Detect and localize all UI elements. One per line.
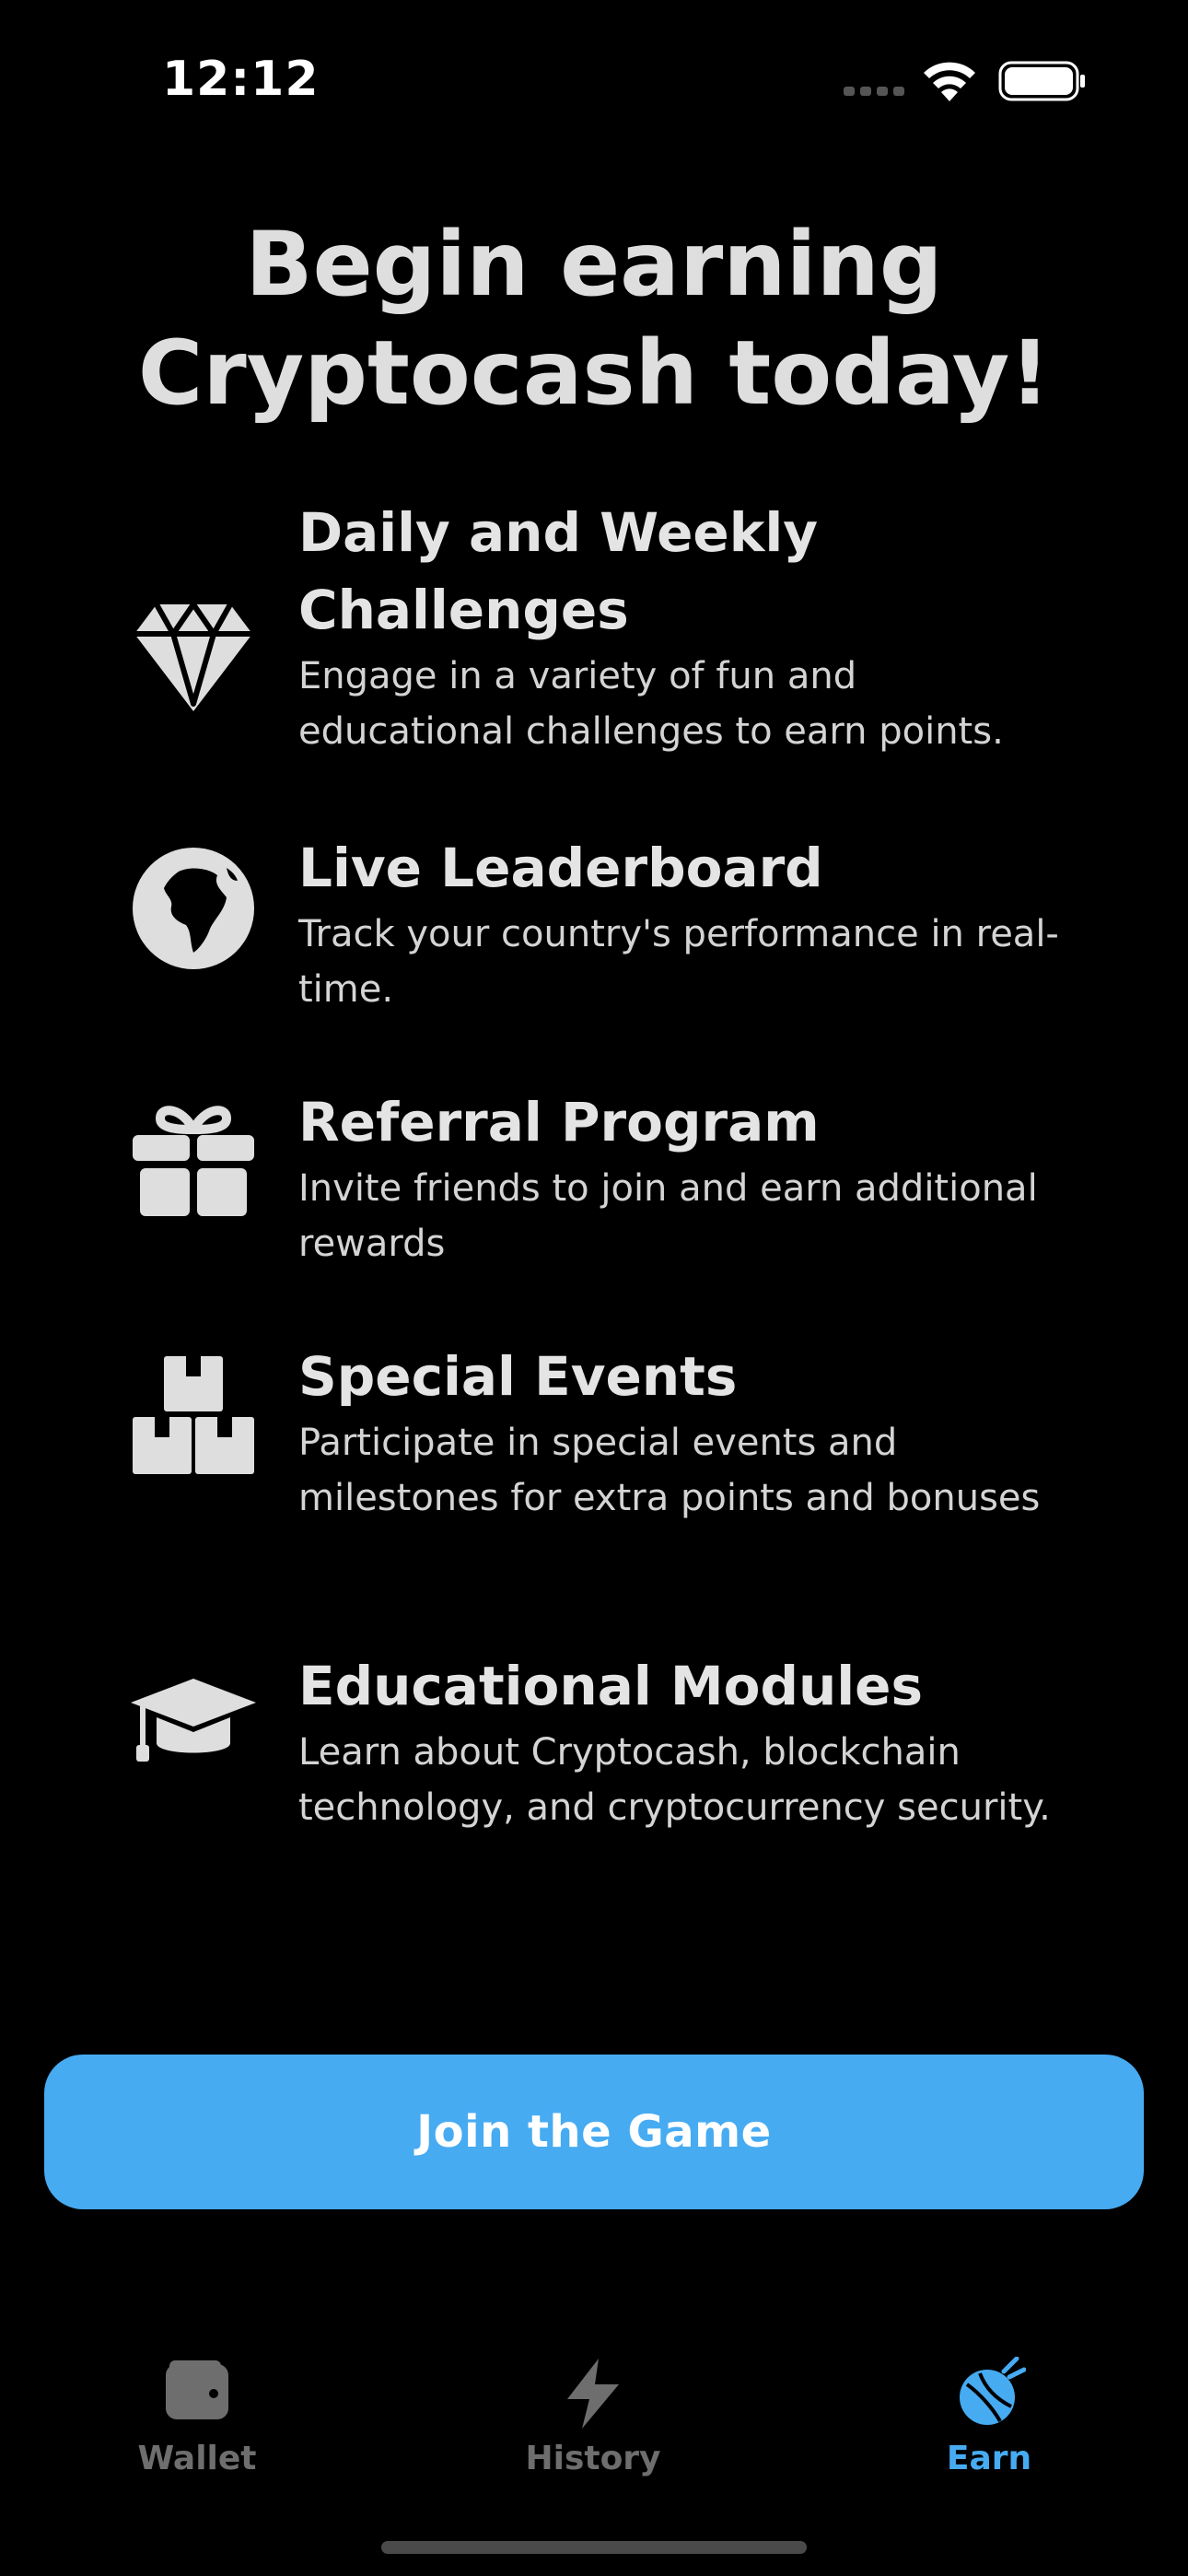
wifi-icon — [924, 62, 975, 101]
feature-description: Participate in special events and milest… — [298, 1422, 1041, 1519]
feature-description: Invite friends to join and earn addition… — [298, 1167, 1038, 1265]
feature-title: Daily and Weekly Challenges — [298, 501, 819, 641]
feature-description: Track your country's performance in real… — [298, 913, 1059, 1011]
wallet-icon — [160, 2357, 234, 2430]
globe-icon — [129, 844, 258, 973]
boxes-icon — [129, 1352, 258, 1481]
tab-label: Wallet — [137, 2440, 257, 2477]
lightning-icon — [556, 2357, 630, 2430]
page-title: Begin earning Cryptocash today! — [0, 210, 1188, 427]
diamond-icon — [129, 595, 258, 724]
gift-icon — [129, 1098, 258, 1227]
page-title-line-2: Cryptocash today! — [137, 322, 1051, 425]
battery-icon — [998, 61, 1085, 101]
feature-title: Educational Modules — [298, 1655, 924, 1717]
status-bar: 12:12 — [0, 0, 1188, 147]
page-title-line-1: Begin earning — [245, 213, 943, 316]
tab-earn[interactable]: Earn — [888, 2340, 1090, 2488]
feature-description: Learn about Cryptocash, blockchain techn… — [298, 1731, 1051, 1829]
join-game-button[interactable]: Join the Game — [44, 2055, 1144, 2209]
tab-label: Earn — [946, 2440, 1032, 2477]
feature-title: Special Events — [298, 1345, 738, 1408]
tab-history[interactable]: History — [492, 2340, 694, 2488]
home-indicator[interactable] — [381, 2541, 807, 2554]
graduation-cap-icon — [129, 1658, 258, 1787]
rocket-icon — [952, 2357, 1026, 2430]
tab-wallet[interactable]: Wallet — [96, 2340, 298, 2488]
tab-bar: Wallet History Earn — [0, 2340, 1188, 2488]
feature-title: Referral Program — [298, 1091, 820, 1153]
feature-title: Live Leaderboard — [298, 837, 823, 899]
signal-icon — [844, 87, 904, 96]
tab-label: History — [525, 2440, 661, 2477]
feature-description: Engage in a variety of fun and education… — [298, 655, 1004, 753]
status-time: 12:12 — [162, 52, 320, 107]
